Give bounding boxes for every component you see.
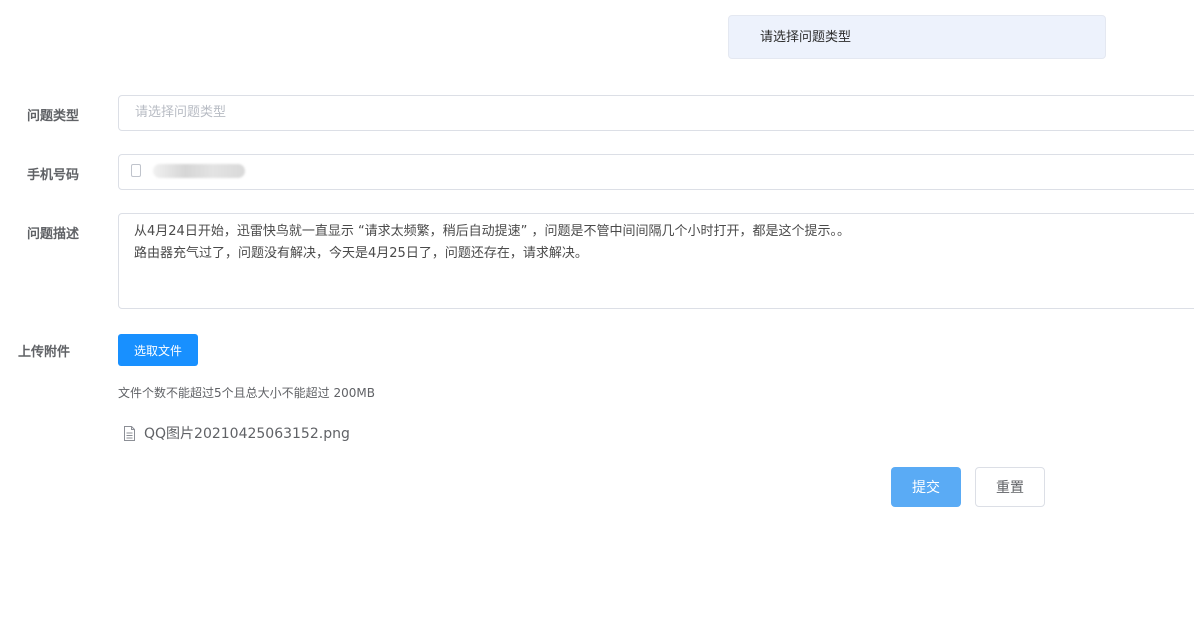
submit-button[interactable]: 提交	[891, 467, 961, 507]
file-name: QQ图片20210425063152.png	[144, 426, 350, 442]
description-label: 问题描述	[27, 227, 80, 242]
file-list-item[interactable]: QQ图片20210425063152.png	[123, 423, 350, 443]
description-textarea[interactable]: 从4月24日开始，迅雷快鸟就一直显示 “请求太频繁，稍后自动提速” ，问题是不管…	[118, 213, 1194, 309]
reset-button[interactable]: 重置	[975, 467, 1045, 507]
select-file-button[interactable]: 选取文件	[118, 334, 198, 366]
phone-value-redacted	[153, 163, 246, 178]
description-line-1: 从4月24日开始，迅雷快鸟就一直显示 “请求太频繁，稍后自动提速” ，问题是不管…	[134, 224, 851, 239]
type-select[interactable]: 请选择问题类型	[118, 95, 1194, 131]
phone-field[interactable]	[118, 154, 1194, 190]
type-select-tooltip: 请选择问题类型	[728, 15, 1106, 59]
upload-label: 上传附件	[18, 345, 71, 360]
tooltip-text: 请选择问题类型	[760, 30, 852, 45]
document-icon	[124, 425, 135, 441]
phone-label: 手机号码	[27, 168, 80, 183]
upload-tip: 文件个数不能超过5个且总大小不能超过 200MB	[118, 386, 375, 400]
type-select-placeholder: 请选择问题类型	[135, 105, 227, 120]
type-label: 问题类型	[27, 109, 80, 124]
description-line-2: 路由器充气过了，问题没有解决，今天是4月25日了，问题还存在，请求解决。	[134, 246, 588, 261]
mobile-phone-icon	[131, 164, 141, 177]
